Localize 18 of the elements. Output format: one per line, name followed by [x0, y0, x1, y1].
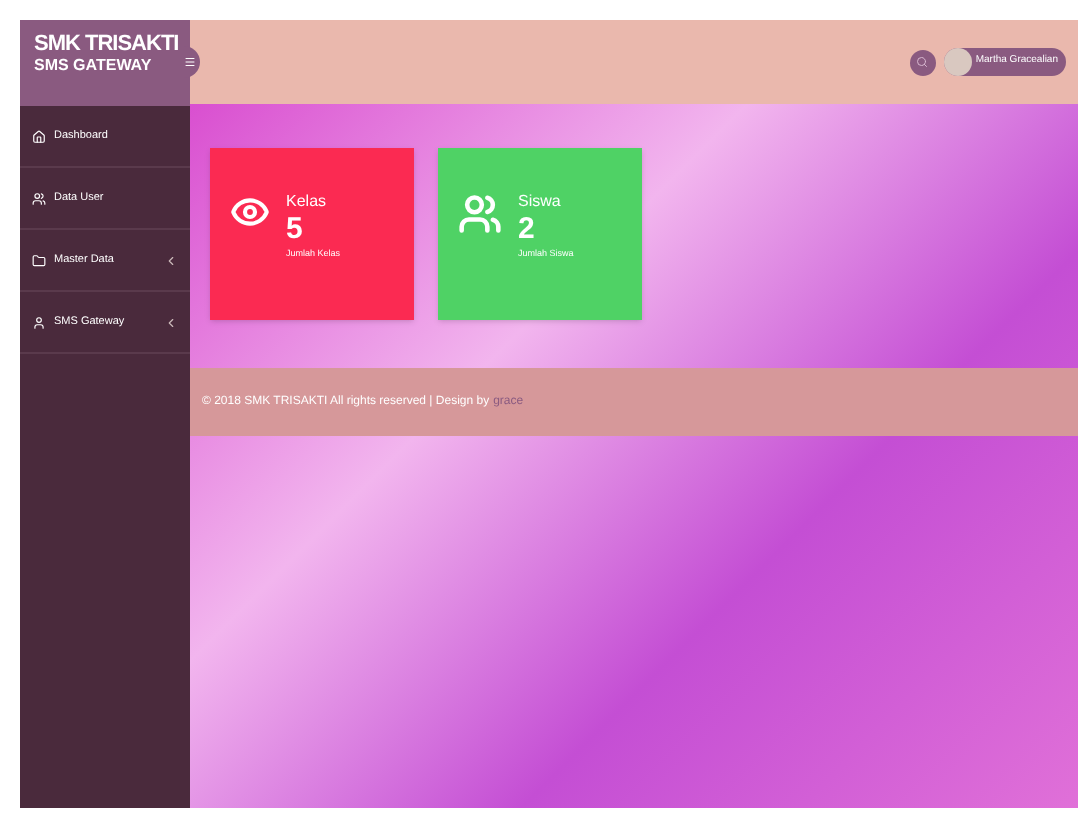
menu-icon [184, 56, 196, 68]
brand-subtitle: SMS GATEWAY [34, 56, 154, 76]
home-icon [32, 129, 46, 143]
group-icon [458, 192, 502, 236]
card-title: Kelas [286, 192, 329, 212]
card-count: 5 [286, 212, 305, 246]
folder-icon [32, 253, 46, 267]
card-count: 2 [518, 212, 537, 246]
search-button[interactable] [909, 49, 936, 75]
eye-icon [230, 192, 270, 232]
users-icon [32, 191, 46, 205]
user-icon [32, 315, 46, 329]
search-icon [916, 56, 929, 68]
avatar [943, 48, 972, 76]
chevron-icon [164, 253, 178, 267]
brand-title: SMK TRISAKTI [34, 32, 176, 56]
chevron-icon [164, 315, 178, 329]
card-title: Siswa [518, 192, 563, 212]
